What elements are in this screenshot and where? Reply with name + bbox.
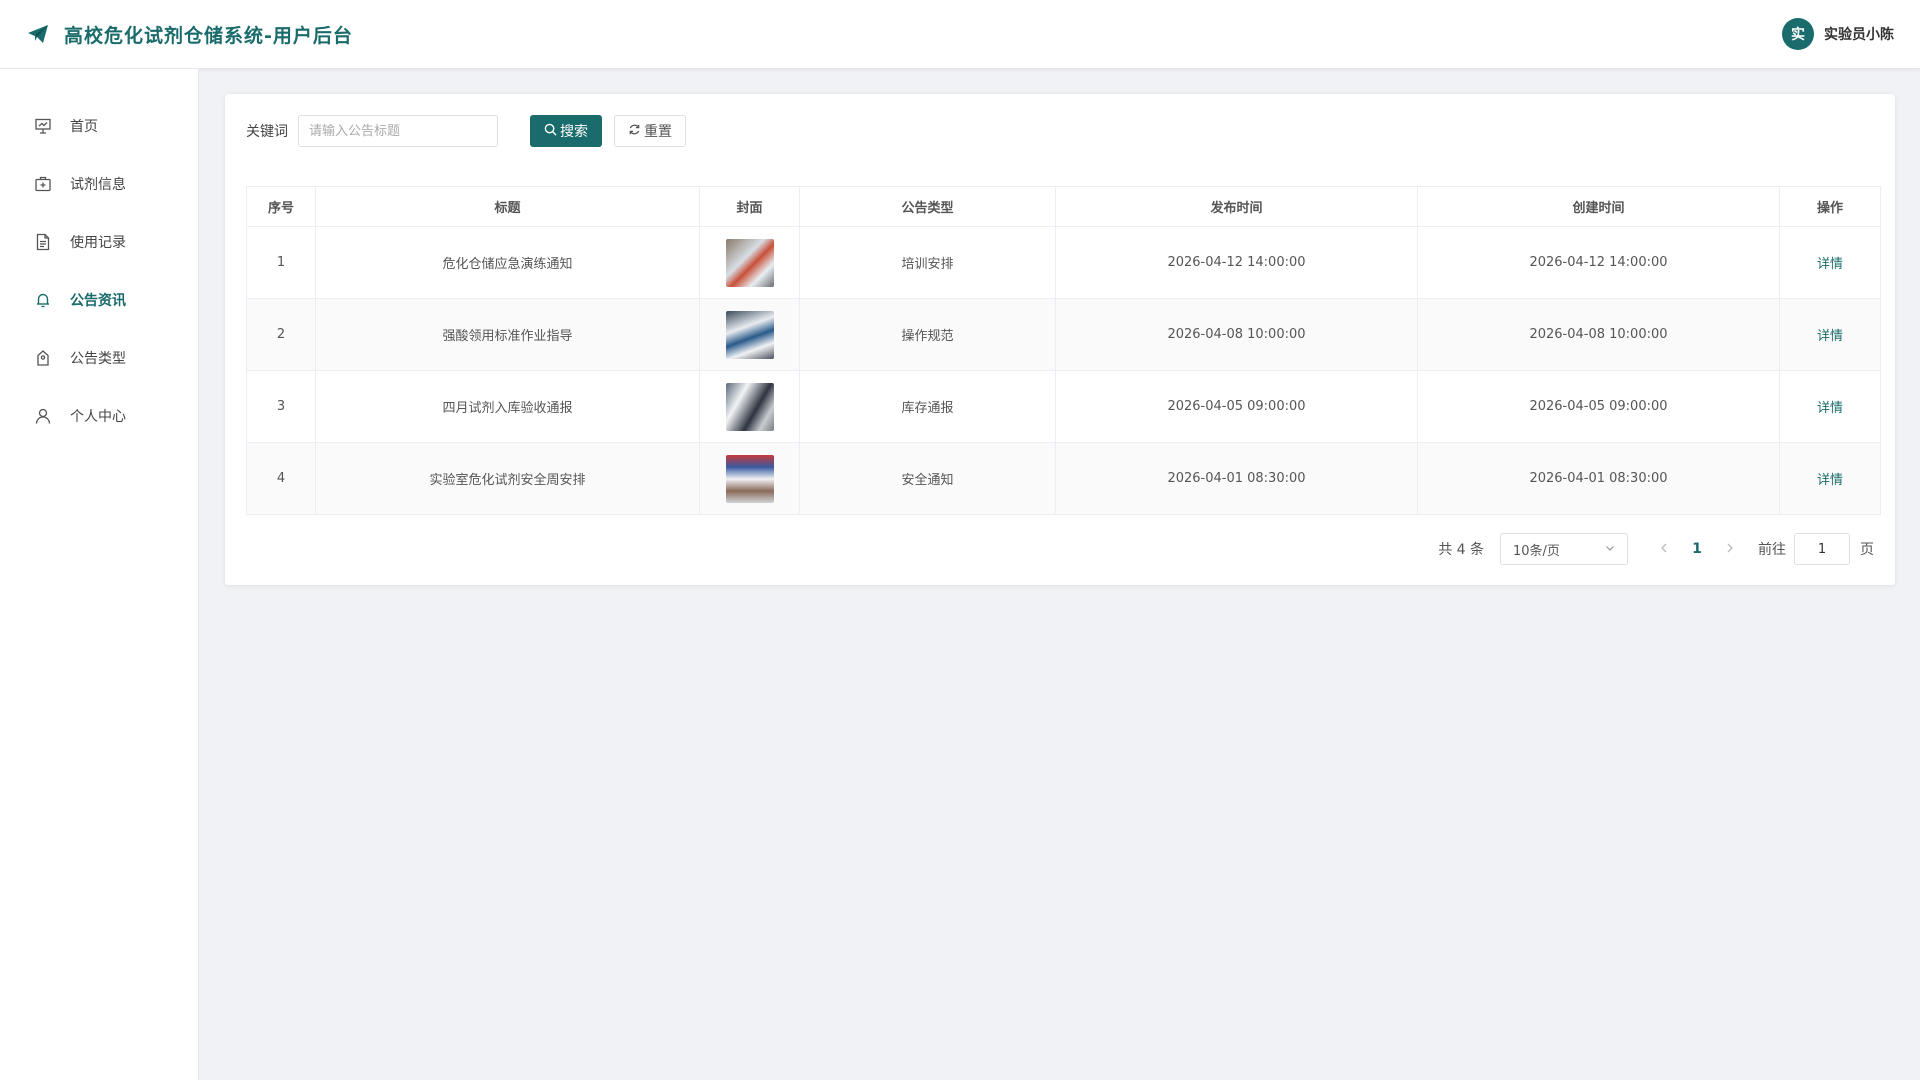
- tag-icon: [34, 349, 52, 367]
- keyword-label: 关键词: [246, 124, 288, 140]
- sidebar-item-announcement-types[interactable]: 公告类型: [0, 329, 198, 387]
- row-create-time: 2026-04-08 10:00:00: [1417, 298, 1780, 371]
- row-create-time: 2026-04-01 08:30:00: [1417, 442, 1780, 515]
- row-action: 详情: [1779, 226, 1881, 299]
- row-title: 强酸领用标准作业指导: [315, 298, 700, 371]
- prev-page-button[interactable]: [1648, 541, 1680, 557]
- row-title: 四月试剂入库验收通报: [315, 370, 700, 443]
- refresh-icon: [628, 123, 641, 140]
- table-row: 3 四月试剂入库验收通报 库存通报 2026-04-05 09:00:00 20…: [246, 370, 1881, 443]
- column-header: 创建时间: [1417, 186, 1780, 227]
- paper-plane-icon: [26, 22, 50, 46]
- row-action: 详情: [1779, 298, 1881, 371]
- column-header: 封面: [699, 186, 800, 227]
- sidebar-item-label: 公告类型: [70, 351, 126, 367]
- user-name[interactable]: 实验员小陈: [1824, 24, 1894, 44]
- search-icon: [544, 123, 557, 140]
- row-publish-time: 2026-04-05 09:00:00: [1055, 370, 1418, 443]
- row-index: 3: [246, 370, 316, 443]
- detail-link[interactable]: 详情: [1817, 401, 1843, 416]
- user-icon: [34, 407, 52, 425]
- detail-link[interactable]: 详情: [1817, 473, 1843, 488]
- page-suffix: 页: [1860, 542, 1874, 558]
- column-header: 操作: [1779, 186, 1881, 227]
- cover-image[interactable]: [725, 310, 774, 359]
- cover-image[interactable]: [725, 454, 774, 503]
- row-index: 4: [246, 442, 316, 515]
- medkit-icon: [34, 175, 52, 193]
- cover-image[interactable]: [725, 382, 774, 431]
- document-icon: [34, 233, 52, 251]
- row-publish-time: 2026-04-01 08:30:00: [1055, 442, 1418, 515]
- reset-button[interactable]: 重置: [614, 115, 686, 147]
- avatar[interactable]: 实: [1782, 18, 1814, 50]
- sidebar-item-announcements[interactable]: 公告资讯: [0, 271, 198, 329]
- table-row: 1 危化仓储应急演练通知 培训安排 2026-04-12 14:00:00 20…: [246, 226, 1881, 299]
- app-title: 高校危化试剂仓储系统-用户后台: [64, 24, 353, 47]
- table-row: 4 实验室危化试剂安全周安排 安全通知 2026-04-01 08:30:00 …: [246, 442, 1881, 515]
- user-menu[interactable]: 实 实验员小陈: [1782, 18, 1894, 50]
- row-publish-time: 2026-04-08 10:00:00: [1055, 298, 1418, 371]
- chevron-down-icon: [1605, 542, 1615, 557]
- search-button[interactable]: 搜索: [530, 115, 602, 147]
- detail-link[interactable]: 详情: [1817, 329, 1843, 344]
- goto-label: 前往: [1758, 542, 1786, 558]
- row-index: 2: [246, 298, 316, 371]
- column-header: 发布时间: [1055, 186, 1418, 227]
- row-action: 详情: [1779, 370, 1881, 443]
- goto-page-input[interactable]: [1794, 533, 1850, 565]
- page-number[interactable]: 1: [1680, 541, 1714, 557]
- row-action: 详情: [1779, 442, 1881, 515]
- column-header: 标题: [315, 186, 700, 227]
- chevron-left-icon: [1661, 543, 1667, 553]
- row-type: 安全通知: [799, 442, 1056, 515]
- page-size-select[interactable]: 10条/页: [1500, 533, 1628, 565]
- row-cover: [699, 298, 800, 371]
- sidebar-item-reagents[interactable]: 试剂信息: [0, 155, 198, 213]
- row-index: 1: [246, 226, 316, 299]
- brand: 高校危化试剂仓储系统-用户后台: [26, 21, 353, 48]
- row-create-time: 2026-04-12 14:00:00: [1417, 226, 1780, 299]
- table-row: 2 强酸领用标准作业指导 操作规范 2026-04-08 10:00:00 20…: [246, 298, 1881, 371]
- row-cover: [699, 442, 800, 515]
- keyword-input[interactable]: [298, 115, 498, 147]
- sidebar-item-profile[interactable]: 个人中心: [0, 387, 198, 445]
- pagination: 共 4 条 10条/页 1 前往 页: [246, 533, 1874, 565]
- chevron-right-icon: [1727, 543, 1733, 553]
- table-header-row: 序号 标题 封面 公告类型 发布时间 创建时间 操作: [246, 186, 1881, 227]
- announcement-list-card: 关键词 搜索 重置 序号 标题 封面 公告类型 发布时间 创建时间: [225, 94, 1895, 585]
- sidebar-item-label: 首页: [70, 119, 98, 135]
- next-page-button[interactable]: [1714, 541, 1746, 557]
- cover-image[interactable]: [725, 238, 774, 287]
- search-button-label: 搜索: [560, 124, 588, 140]
- sidebar-item-label: 使用记录: [70, 235, 126, 251]
- sidebar-item-home[interactable]: 首页: [0, 97, 198, 155]
- reset-button-label: 重置: [644, 124, 672, 140]
- row-create-time: 2026-04-05 09:00:00: [1417, 370, 1780, 443]
- row-type: 库存通报: [799, 370, 1056, 443]
- row-title: 实验室危化试剂安全周安排: [315, 442, 700, 515]
- sidebar-item-label: 个人中心: [70, 409, 126, 425]
- bell-icon: [34, 291, 52, 309]
- sidebar-item-label: 公告资讯: [70, 293, 126, 309]
- row-type: 培训安排: [799, 226, 1056, 299]
- column-header: 公告类型: [799, 186, 1056, 227]
- total-count: 共 4 条: [1438, 542, 1484, 558]
- sidebar-item-label: 试剂信息: [70, 177, 126, 193]
- detail-link[interactable]: 详情: [1817, 257, 1843, 272]
- row-publish-time: 2026-04-12 14:00:00: [1055, 226, 1418, 299]
- row-title: 危化仓储应急演练通知: [315, 226, 700, 299]
- sidebar-item-usage-records[interactable]: 使用记录: [0, 213, 198, 271]
- filter-bar: 关键词 搜索 重置: [246, 115, 1874, 147]
- presentation-icon: [34, 117, 52, 135]
- top-bar: 高校危化试剂仓储系统-用户后台 实 实验员小陈: [0, 0, 1920, 69]
- row-cover: [699, 370, 800, 443]
- announcement-table: 序号 标题 封面 公告类型 发布时间 创建时间 操作 1 危化仓储应急演练通知 …: [246, 186, 1881, 515]
- row-cover: [699, 226, 800, 299]
- column-header: 序号: [246, 186, 316, 227]
- sidebar: 首页 试剂信息 使用记录 公告资讯 公告类型 个人中心: [0, 69, 199, 1080]
- row-type: 操作规范: [799, 298, 1056, 371]
- page-size-value: 10条/页: [1513, 543, 1560, 559]
